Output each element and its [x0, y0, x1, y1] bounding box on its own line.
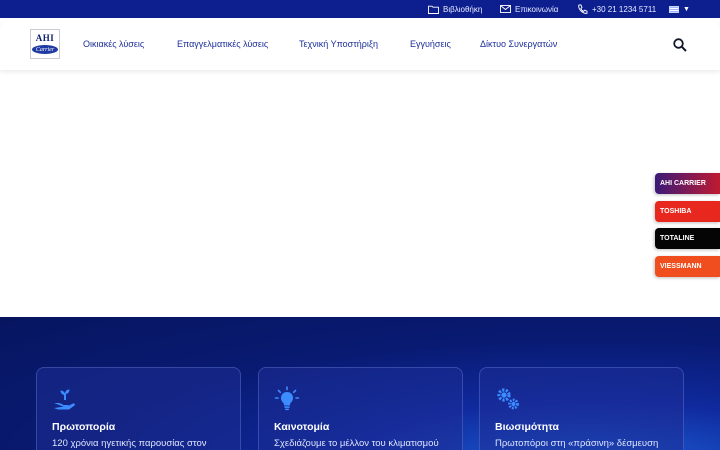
feature-title: Καινοτομία — [274, 421, 330, 433]
feature-card: Βιωσιμότητα Πρωτοπόροι στη «πράσινη» δέσ… — [479, 367, 684, 450]
nav-item-home-solutions[interactable]: Οικιακές λύσεις — [83, 39, 144, 51]
nav-item-partner-network[interactable]: Δίκτυο Συνεργατών — [480, 39, 557, 51]
brand-tab-totaline[interactable]: TOTALINE — [655, 228, 720, 249]
feature-card: Καινοτομία Σχεδιάζουμε το μέλλον του κλι… — [258, 367, 463, 450]
nav-item-warranties[interactable]: Εγγυήσεις — [410, 39, 451, 51]
logo-text: AHI — [35, 33, 55, 43]
feature-text: Σχεδιάζουμε το μέλλον του κλιματισμού — [274, 438, 439, 449]
envelope-icon — [500, 5, 511, 13]
brand-tab-ahi-carrier[interactable]: AHI CARRIER — [655, 173, 720, 194]
lightbulb-icon — [274, 386, 300, 411]
chevron-down-icon: ▼ — [683, 5, 690, 13]
flag-icon — [669, 5, 679, 13]
main-header: AHI Carrier Οικιακές λύσεις Επαγγελματικ… — [0, 18, 720, 70]
hand-plant-icon — [54, 389, 75, 410]
contact-label: Επικοινωνία — [515, 4, 559, 14]
feature-text: Πρωτοπόροι στη «πράσινη» δέσμευση — [495, 438, 659, 449]
phone-link[interactable]: +30 21 1234 5711 — [577, 3, 656, 15]
gears-icon — [497, 388, 519, 410]
nav-item-technical-support[interactable]: Τεχνική Υποστήριξη — [299, 39, 378, 51]
logo[interactable]: AHI Carrier — [30, 29, 60, 59]
contact-link[interactable]: Επικοινωνία — [500, 3, 558, 15]
utility-bar: Βιβλιοθήκη Επικοινωνία +30 21 1234 5711 … — [0, 0, 720, 18]
features-section: Πρωτοπορία 120 χρόνια ηγετικής παρουσίας… — [0, 317, 720, 450]
folder-icon — [428, 5, 439, 14]
feature-text: 120 χρόνια ηγετικής παρουσίας στον — [52, 438, 207, 449]
brand-tab-toshiba[interactable]: TOSHIBA — [655, 201, 720, 222]
nav-item-business-solutions[interactable]: Επαγγελματικές λύσεις — [177, 39, 268, 51]
library-link[interactable]: Βιβλιοθήκη — [428, 3, 482, 15]
phone-icon — [578, 4, 588, 14]
search-icon[interactable] — [672, 37, 688, 53]
library-label: Βιβλιοθήκη — [443, 4, 483, 14]
feature-title: Πρωτοπορία — [52, 421, 116, 433]
brand-tab-viessmann[interactable]: VIESSMANN — [655, 256, 720, 277]
phone-number: +30 21 1234 5711 — [592, 4, 657, 14]
feature-card: Πρωτοπορία 120 χρόνια ηγετικής παρουσίας… — [36, 367, 241, 450]
feature-title: Βιωσιμότητα — [495, 421, 559, 433]
logo-oval: Carrier — [32, 45, 58, 54]
language-selector[interactable]: ▼ — [669, 3, 690, 15]
